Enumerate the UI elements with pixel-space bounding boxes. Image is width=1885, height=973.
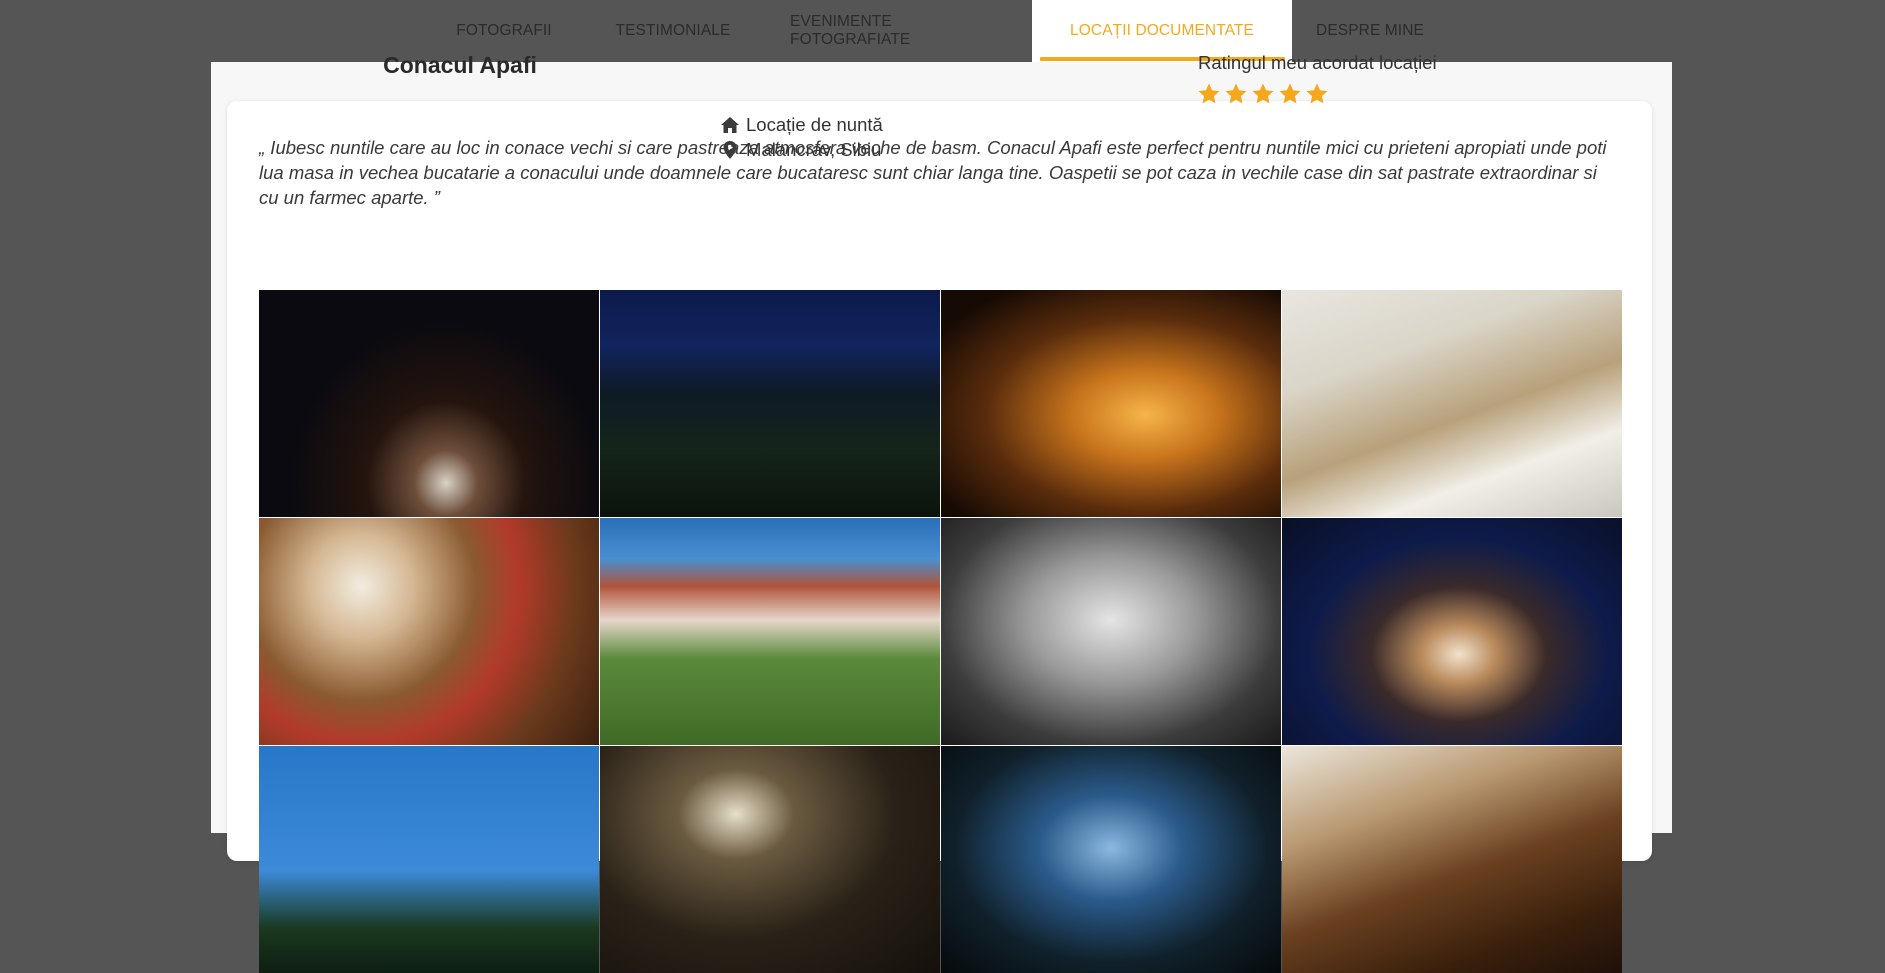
tab-evenimente-fotografiate[interactable]: EVENIMENTE FOTOGRAFIATE (790, 0, 1012, 62)
photo-night-guests-garden (600, 290, 940, 517)
gallery-photo[interactable] (600, 518, 940, 745)
rating-label: Ratingul meu acordat locației (1198, 52, 1437, 73)
star-icon (1279, 83, 1301, 104)
gallery-photo[interactable] (1282, 746, 1622, 973)
gallery-photo[interactable] (259, 518, 599, 745)
photo-gallery (259, 290, 1622, 973)
location-type: Locație de nuntă (720, 114, 883, 136)
rating-stars (1197, 82, 1329, 106)
photo-manor-facade-night (1282, 518, 1622, 745)
photo-couple-under-trees (941, 746, 1281, 973)
star-icon (1225, 83, 1247, 104)
gallery-photo[interactable] (259, 290, 599, 517)
photo-vaulted-ceiling (1282, 746, 1622, 973)
photo-church-tower (259, 746, 599, 973)
gallery-photo[interactable] (941, 746, 1281, 973)
location-quote: „ Iubesc nuntile care au loc in conace v… (259, 137, 1607, 208)
gallery-photo[interactable] (600, 746, 940, 973)
photo-interior-chandelier (600, 746, 940, 973)
location-title: Conacul Apafi (383, 52, 537, 78)
gallery-photo[interactable] (600, 290, 940, 517)
photo-night-manor-couple (259, 290, 599, 517)
gallery-photo[interactable] (941, 290, 1281, 517)
location-type-label: Locație de nuntă (746, 114, 883, 135)
gallery-photo[interactable] (1282, 290, 1622, 517)
star-icon (1252, 83, 1274, 104)
photo-wedding-table (1282, 290, 1622, 517)
star-icon (1306, 83, 1328, 104)
star-icon (1198, 83, 1220, 104)
gallery-photo[interactable] (259, 746, 599, 973)
photo-couple-candle-stairs (941, 290, 1281, 517)
gallery-photo[interactable] (1282, 518, 1622, 745)
photo-manor-facade-day (600, 518, 940, 745)
photo-bw-library-couple (941, 518, 1281, 745)
photo-food-platters (259, 518, 599, 745)
home-icon (721, 117, 739, 133)
gallery-photo[interactable] (941, 518, 1281, 745)
